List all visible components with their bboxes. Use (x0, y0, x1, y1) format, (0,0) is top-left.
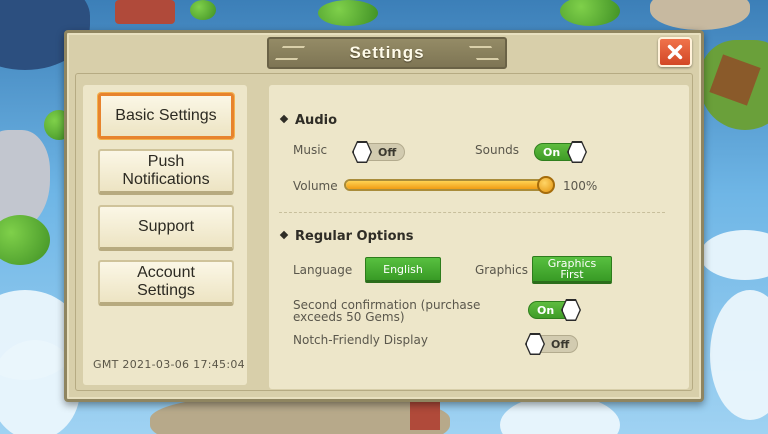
close-button[interactable] (658, 37, 692, 67)
language-value: English (383, 262, 423, 276)
sounds-toggle-state: On (543, 146, 561, 159)
toggle-knob (567, 141, 587, 163)
second-confirmation-label: Second confirmation (purchase exceeds 50… (293, 298, 481, 324)
graphics-button[interactable]: Graphics First (532, 256, 612, 284)
volume-fill (346, 181, 546, 189)
notch-toggle[interactable]: Off (525, 333, 578, 355)
second-confirmation-toggle[interactable]: On (528, 299, 581, 321)
nav-account-settings[interactable]: Account Settings (98, 260, 234, 306)
toggle-knob (561, 299, 581, 321)
notch-toggle-state: Off (551, 338, 570, 351)
close-icon (667, 44, 683, 60)
nav-label: Push Notifications (122, 153, 210, 188)
nav-push-notifications[interactable]: Push Notifications (98, 149, 234, 195)
nav-basic-settings[interactable]: Basic Settings (98, 93, 234, 139)
section-divider (279, 212, 665, 213)
nav-support[interactable]: Support (98, 205, 234, 251)
volume-value: 100% (563, 179, 598, 193)
volume-slider[interactable] (344, 176, 555, 194)
second-confirmation-state: On (537, 304, 555, 317)
dialog-title: Settings (349, 43, 425, 62)
basic-settings-panel: Audio Music Off Sounds On Volume 100% Re… (269, 85, 689, 389)
language-button[interactable]: English (365, 257, 441, 283)
title-plate: Settings (267, 37, 507, 69)
graphics-label: Graphics (475, 263, 528, 277)
music-toggle[interactable]: Off (352, 141, 405, 163)
audio-heading-text: Audio (295, 113, 338, 128)
settings-dialog: Settings Basic Settings Push Notificatio… (64, 30, 704, 402)
music-label: Music (293, 143, 328, 157)
volume-slider-thumb[interactable] (537, 176, 555, 194)
bullet-diamond-icon (279, 230, 289, 240)
title-ornament-left (274, 46, 306, 60)
nav-label: Support (137, 218, 195, 235)
sounds-toggle[interactable]: On (534, 141, 587, 163)
bullet-diamond-icon (279, 114, 289, 124)
graphics-value: Graphics First (547, 257, 597, 281)
toggle-knob (352, 141, 372, 163)
language-label: Language (293, 263, 353, 277)
notch-label: Notch-Friendly Display (293, 333, 428, 347)
nav-label: Basic Settings (115, 107, 217, 124)
regular-heading-text: Regular Options (295, 229, 414, 244)
music-toggle-state: Off (378, 146, 397, 159)
server-timestamp: GMT 2021-03-06 17:45:04 (93, 358, 245, 371)
nav-label: Account Settings (137, 264, 195, 299)
sounds-label: Sounds (475, 143, 520, 157)
regular-options-heading: Regular Options (279, 229, 414, 244)
settings-nav: Basic Settings Push Notifications Suppor… (83, 85, 247, 385)
volume-label: Volume (293, 179, 338, 193)
title-ornament-right (468, 46, 500, 60)
audio-section-heading: Audio (279, 113, 338, 128)
toggle-knob (525, 333, 545, 355)
